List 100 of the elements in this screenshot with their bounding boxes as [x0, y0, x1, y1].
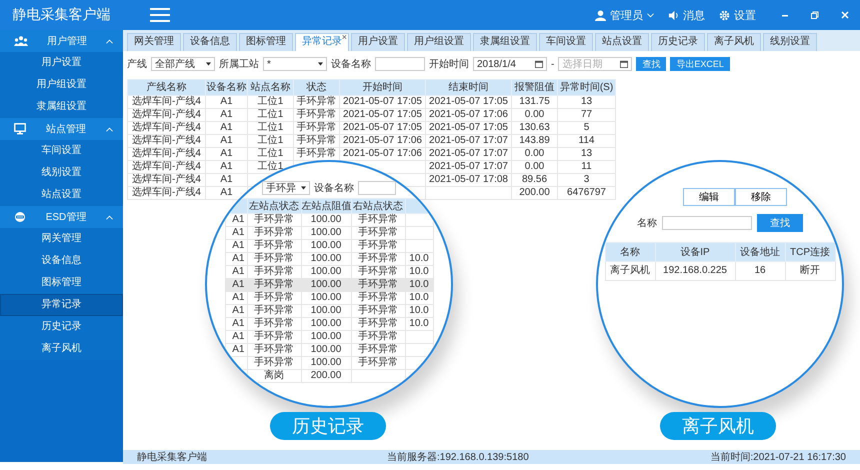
state-dropdown[interactable]: 手环异 — [262, 181, 310, 195]
table-cell: 100.00 — [310, 357, 342, 368]
table-cell: 手环异常 — [254, 214, 294, 225]
sidebar-group[interactable]: 站点管理 — [0, 118, 123, 140]
table-cell: A1 — [220, 135, 233, 146]
sidebar-item[interactable]: 图标管理 — [0, 272, 123, 294]
sidebar-item[interactable]: 用户组设置 — [0, 74, 123, 96]
table-cell: 143.89 — [519, 135, 550, 146]
table-cell: 工位1 — [258, 109, 284, 120]
table-cell: 200.00 — [310, 370, 342, 381]
user-menu[interactable]: 管理员 — [595, 8, 654, 22]
sidebar-item[interactable]: 网关管理 — [0, 228, 123, 250]
search-button[interactable]: 查找 — [757, 214, 803, 232]
app-title: 静电采集客户端 — [12, 6, 112, 24]
table-cell: 10.0 — [409, 266, 429, 277]
column-header: 设备名称 — [206, 80, 248, 96]
tab[interactable]: 隶属组设置 — [473, 33, 537, 51]
table-cell: 100.00 — [310, 266, 342, 277]
table-cell: A1 — [232, 227, 244, 238]
table-cell: 选焊车间-产线4 — [132, 148, 201, 159]
name-label: 名称 — [637, 217, 657, 230]
export-button[interactable]: 导出EXCEL — [670, 57, 730, 71]
range-separator: - — [551, 58, 554, 70]
table-cell: 100.00 — [310, 214, 342, 225]
table-cell: A1 — [232, 318, 244, 329]
table-cell: 工位1 — [258, 148, 284, 159]
toolbar-button[interactable]: 移除 — [735, 188, 787, 206]
column-header: 异常时间(S) — [558, 80, 616, 96]
tab[interactable]: 线别设置 — [763, 33, 817, 51]
table-cell: 200.00 — [519, 187, 550, 198]
sidebar-item[interactable]: 隶属组设置 — [0, 96, 123, 118]
table-cell: 100.00 — [310, 227, 342, 238]
sidebar-item[interactable]: 设备信息 — [0, 250, 123, 272]
sidebar-group[interactable]: ESD管理 — [0, 206, 123, 228]
dropdown-arrow-icon — [206, 62, 211, 66]
column-header: 站点名称 — [248, 80, 294, 96]
messages-button[interactable]: 消息 — [668, 8, 705, 22]
table-cell: 2021-05-07 17:05 — [343, 109, 422, 120]
sidebar-item[interactable]: 站点设置 — [0, 184, 123, 206]
sidebar-item[interactable]: 离子风机 — [0, 338, 123, 360]
table-cell: 手环异常 — [358, 214, 398, 225]
table-cell: A1 — [220, 109, 233, 120]
table-cell: 0.00 — [524, 109, 544, 120]
sidebar-item[interactable]: 历史记录 — [0, 316, 123, 338]
table-cell: 2021-05-07 17:05 — [429, 122, 508, 133]
tab[interactable]: 设备信息 — [183, 33, 237, 51]
table-cell: 手环异常 — [254, 331, 294, 342]
restore-icon[interactable] — [810, 10, 820, 20]
start-date-field[interactable]: 2018/1/4 — [473, 57, 547, 71]
chevron-up-icon — [106, 38, 113, 44]
menu-icon[interactable] — [150, 7, 170, 23]
column-header: 设备IP — [655, 242, 735, 262]
search-button[interactable]: 查找 — [636, 57, 666, 71]
table-cell: 手环异常 — [358, 240, 398, 251]
table-cell: 100.00 — [310, 318, 342, 329]
table-cell: 2021-05-07 17:05 — [343, 122, 422, 133]
settings-button[interactable]: 设置 — [719, 8, 756, 22]
sidebar-item[interactable]: 用户设置 — [0, 52, 123, 74]
table-cell: 手环异常 — [358, 279, 398, 290]
device-name-field[interactable] — [358, 181, 396, 195]
caret-icon — [647, 12, 654, 18]
chevron-up-icon — [106, 214, 113, 220]
table-cell: 2021-05-07 17:05 — [429, 96, 508, 107]
tab[interactable]: 异常记录× — [295, 33, 349, 51]
table-cell: 手环异常 — [358, 331, 398, 342]
tab[interactable]: 离子风机 — [707, 33, 761, 51]
device-name-label: 设备名称 — [331, 58, 371, 71]
table-cell: 手环异常 — [254, 305, 294, 316]
sidebar-group[interactable]: 用户管理 — [0, 30, 123, 52]
table-cell: 手环异常 — [254, 227, 294, 238]
table-cell: 手环异常 — [358, 305, 398, 316]
close-icon[interactable] — [840, 10, 850, 20]
column-header: 报警阻值 — [512, 80, 558, 96]
tab[interactable]: 图标管理 — [239, 33, 293, 51]
sidebar-item[interactable]: 车间设置 — [0, 140, 123, 162]
tab[interactable]: 站点设置 — [595, 33, 649, 51]
table-cell: 10.0 — [409, 279, 429, 290]
device-name-field[interactable] — [375, 57, 425, 71]
table-cell: A1 — [220, 174, 233, 185]
tab[interactable]: 用户组设置 — [407, 33, 471, 51]
table-cell: 手环异常 — [296, 135, 336, 146]
column-header: 状态 — [294, 80, 340, 96]
toolbar-button[interactable]: 编辑 — [683, 188, 735, 206]
tab[interactable]: 车间设置 — [539, 33, 593, 51]
tab[interactable]: 网关管理 — [127, 33, 181, 51]
table-cell: A1 — [232, 279, 244, 290]
sidebar-item[interactable]: 异常记录 — [0, 294, 123, 316]
table-cell: 手环异常 — [296, 96, 336, 107]
column-header: TCP连接 — [785, 242, 835, 262]
tab[interactable]: 用户设置 — [351, 33, 405, 51]
tab[interactable]: 历史记录 — [651, 33, 705, 51]
line-dropdown[interactable]: 全部产线 — [151, 57, 215, 71]
table-cell: A1 — [220, 161, 233, 172]
table-cell: 100.00 — [310, 331, 342, 342]
table-cell: A1 — [232, 344, 244, 355]
station-dropdown[interactable]: * — [263, 57, 327, 71]
name-field[interactable] — [662, 216, 752, 230]
sidebar-item[interactable]: 线别设置 — [0, 162, 123, 184]
device-name-label: 设备名称 — [314, 182, 354, 195]
users-icon — [14, 36, 28, 46]
